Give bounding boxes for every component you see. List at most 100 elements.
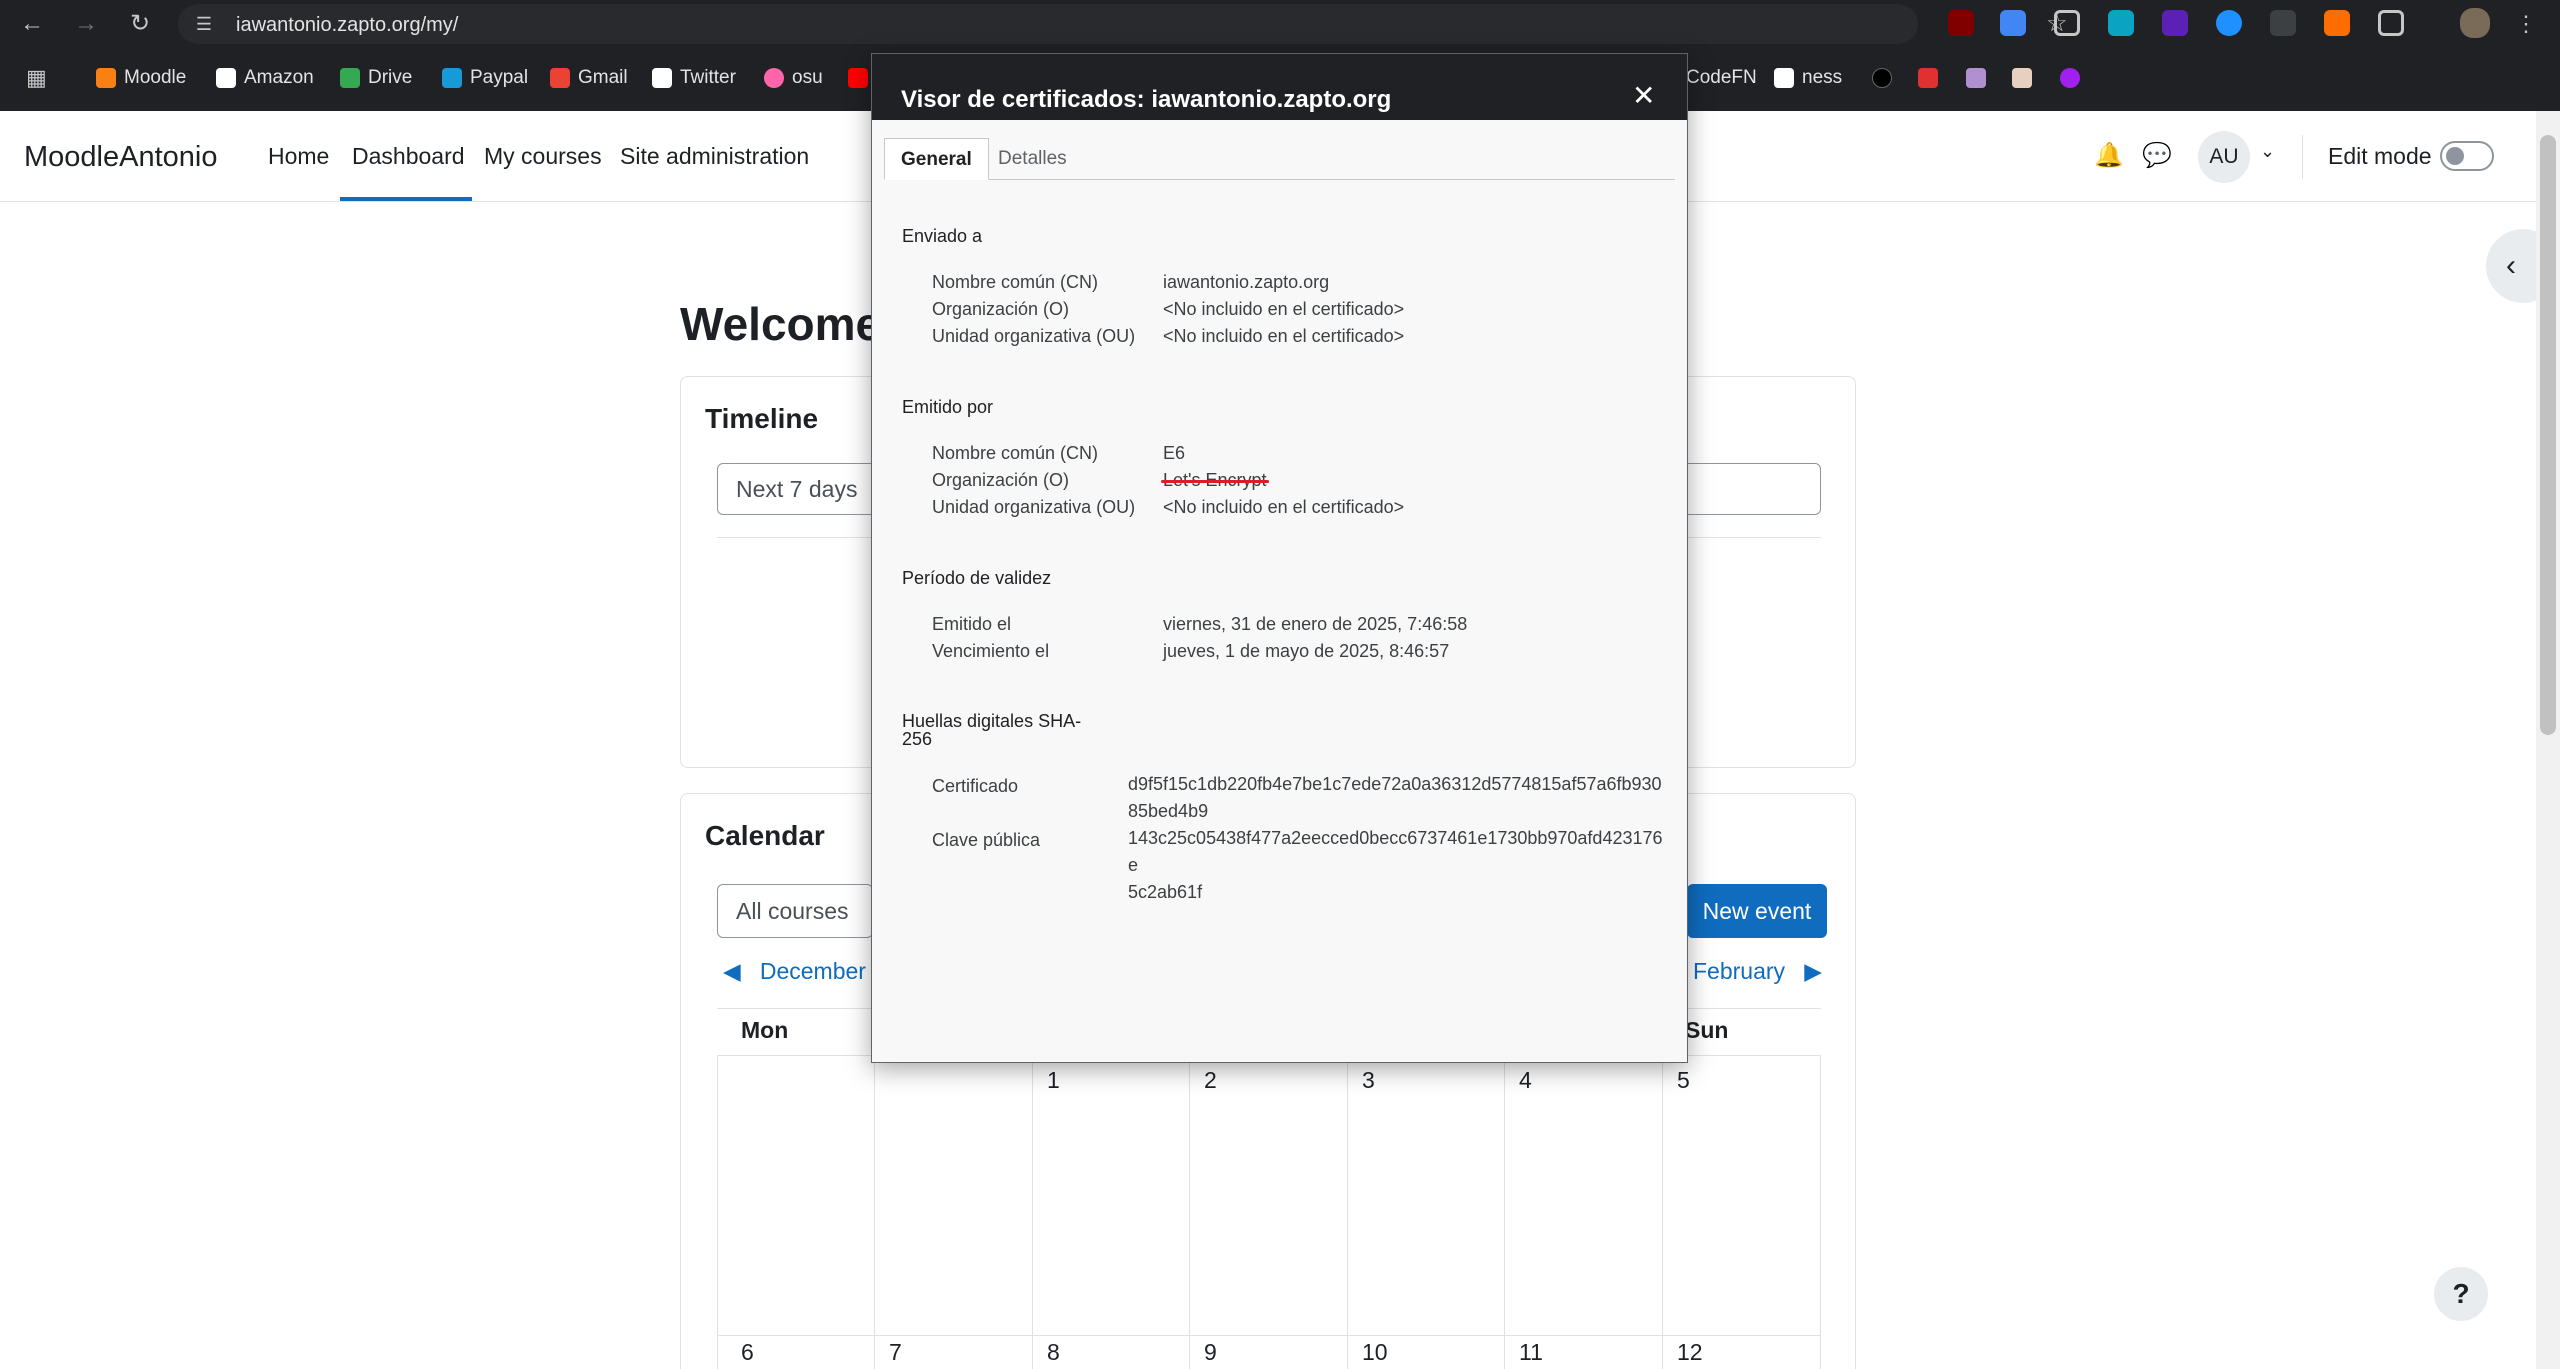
edit-mode-toggle[interactable]	[2440, 141, 2494, 171]
messages-icon[interactable]: 💬	[2142, 141, 2172, 170]
scrollbar-thumb[interactable]	[2540, 135, 2556, 735]
tampermonkey-extension-icon[interactable]	[2108, 10, 2134, 36]
moodle-icon	[96, 68, 116, 88]
timeline-range-select[interactable]: Next 7 days	[717, 463, 887, 515]
arrow-right-icon: ▶	[1785, 958, 1822, 984]
notifications-bell-icon[interactable]: 🔔	[2094, 141, 2124, 170]
apps-grid-icon[interactable]: ▦	[26, 65, 47, 90]
address-bar[interactable]: ☰ iawantonio.zapto.org/my/ ☆	[178, 4, 2068, 44]
reload-icon[interactable]: ↻	[122, 6, 158, 42]
welcome-heading: Welcome	[680, 298, 882, 350]
bookmark-picture-icon[interactable]	[2012, 66, 2032, 90]
fingerprint-line: 143c25c05438f477a2eecced0becc6737461e173…	[1128, 828, 1663, 875]
site-info-icon[interactable]: ☰	[192, 12, 216, 36]
bookmark-osu[interactable]: osu	[764, 66, 823, 90]
field-label: Certificado	[932, 776, 1019, 796]
user-avatar[interactable]: AU	[2198, 131, 2250, 183]
rocket-extension-icon[interactable]	[2324, 10, 2350, 36]
profile-avatar-icon[interactable]	[2460, 8, 2490, 38]
bookmark-moodle[interactable]: Moodle	[96, 66, 186, 90]
wikipedia-icon	[1774, 68, 1794, 88]
nav-my-courses[interactable]: My courses	[484, 143, 602, 170]
osu-icon	[764, 68, 784, 88]
calendar-day[interactable]: 8	[1047, 1339, 1060, 1366]
bookmark-paypal[interactable]: Paypal	[442, 66, 528, 90]
navbar-divider	[2302, 135, 2303, 179]
new-event-button[interactable]: New event	[1687, 884, 1827, 938]
site-brand[interactable]: MoodleAntonio	[24, 141, 217, 174]
bookmark-twitter[interactable]: Twitter	[652, 66, 736, 90]
incognito-extension-icon[interactable]	[2270, 10, 2296, 36]
calendar-row-divider	[717, 1335, 1821, 1336]
red-highlight-underline	[1161, 480, 1269, 483]
ublock-extension-icon[interactable]	[1948, 10, 1974, 36]
calendar-title: Calendar	[705, 820, 825, 851]
timeline-search-input[interactable]	[1681, 463, 1821, 515]
anime-icon	[1966, 68, 1986, 88]
nav-home[interactable]: Home	[268, 143, 329, 170]
field-value: viernes, 31 de enero de 2025, 7:46:58	[1163, 614, 1468, 634]
x-icon	[652, 68, 672, 88]
bookmark-black-icon[interactable]	[1872, 66, 1892, 90]
previous-month-link[interactable]: ◀ December	[723, 958, 866, 985]
fingerprint-line: d9f5f15c1db220fb4e7be1c7ede72a0a36312d57…	[1128, 774, 1662, 794]
calendar-col-divider	[1347, 1055, 1348, 1369]
amazon-icon	[216, 68, 236, 88]
course-filter-select[interactable]: All courses	[717, 884, 873, 938]
calendar-day[interactable]: 2	[1204, 1067, 1217, 1094]
fingerprint-line: 5c2ab61f	[1128, 882, 1203, 902]
calendar-day[interactable]: 7	[889, 1339, 902, 1366]
browser-toolbar: ← → ↻ ☰ iawantonio.zapto.org/my/ ☆ ⋮	[0, 0, 2560, 48]
calendar-day[interactable]: 1	[1047, 1067, 1060, 1094]
browser-menu-icon[interactable]: ⋮	[2508, 6, 2544, 42]
calendar-day[interactable]: 3	[1362, 1067, 1375, 1094]
calendar-col-divider	[874, 1055, 875, 1369]
bookmark-codefn[interactable]: CodeFN	[1686, 66, 1757, 90]
field-value: <No incluido en el certificado>	[1163, 299, 1405, 319]
field-value: E6	[1163, 443, 1186, 463]
nav-dashboard[interactable]: Dashboard	[352, 143, 465, 170]
bookmark-red-icon[interactable]	[1918, 66, 1938, 90]
chevron-down-icon[interactable]: ⌄	[2260, 141, 2275, 162]
help-button[interactable]: ?	[2434, 1267, 2488, 1321]
tab-general[interactable]: General	[884, 138, 989, 180]
calendar-day[interactable]: 4	[1519, 1067, 1532, 1094]
extensions-puzzle-icon[interactable]	[2378, 10, 2404, 36]
certificate-tabs: General Detalles	[884, 138, 1675, 180]
issued-to-heading: Enviado a	[902, 226, 983, 246]
calendar-day[interactable]: 10	[1362, 1339, 1388, 1366]
picture-in-picture-extension-icon[interactable]	[2054, 10, 2080, 36]
issued-by-heading: Emitido por	[902, 397, 994, 417]
field-value: <No incluido en el certificado>	[1163, 326, 1405, 346]
calendar-day[interactable]: 9	[1204, 1339, 1217, 1366]
bookmark-drive[interactable]: Drive	[340, 66, 412, 90]
field-label: Nombre común (CN)	[932, 443, 1099, 463]
next-month-link[interactable]: February ▶	[1693, 958, 1822, 985]
bookmark-amazon[interactable]: Amazon	[216, 66, 314, 90]
calendar-day[interactable]: 11	[1519, 1339, 1543, 1366]
back-icon[interactable]: ←	[14, 6, 50, 42]
url-text[interactable]: iawantonio.zapto.org/my/	[236, 14, 458, 37]
timeline-title: Timeline	[705, 403, 819, 434]
fingerprints-heading-line1: Huellas digitales SHA-	[902, 711, 1082, 731]
dialog-titlebar: Visor de certificados: iawantonio.zapto.…	[872, 54, 1687, 120]
forward-icon[interactable]: →	[68, 6, 104, 42]
translate-extension-icon[interactable]	[2000, 10, 2026, 36]
dialog-title: Visor de certificados: iawantonio.zapto.…	[901, 86, 1392, 113]
nav-site-administration[interactable]: Site administration	[620, 143, 809, 170]
fingerprints-heading: Huellas digitales SHA- 256	[902, 712, 1081, 748]
bookmark-youtube[interactable]	[848, 66, 868, 90]
calendar-col-divider	[1662, 1055, 1663, 1369]
tab-detalles[interactable]: Detalles	[982, 138, 1083, 180]
p-extension-icon[interactable]	[2162, 10, 2188, 36]
bookmark-purple-icon[interactable]	[2060, 66, 2080, 90]
close-icon[interactable]: ✕	[1632, 82, 1655, 110]
certificate-viewer-dialog: Visor de certificados: iawantonio.zapto.…	[871, 53, 1688, 1063]
bookmark-gmail[interactable]: Gmail	[550, 66, 628, 90]
calendar-day[interactable]: 5	[1677, 1067, 1690, 1094]
calendar-day[interactable]: 12	[1677, 1339, 1703, 1366]
shazam-extension-icon[interactable]	[2216, 10, 2242, 36]
bookmark-wikipedia[interactable]: ness	[1774, 66, 1842, 90]
bookmark-anime-icon[interactable]	[1966, 66, 1986, 90]
calendar-day[interactable]: 6	[741, 1339, 754, 1366]
